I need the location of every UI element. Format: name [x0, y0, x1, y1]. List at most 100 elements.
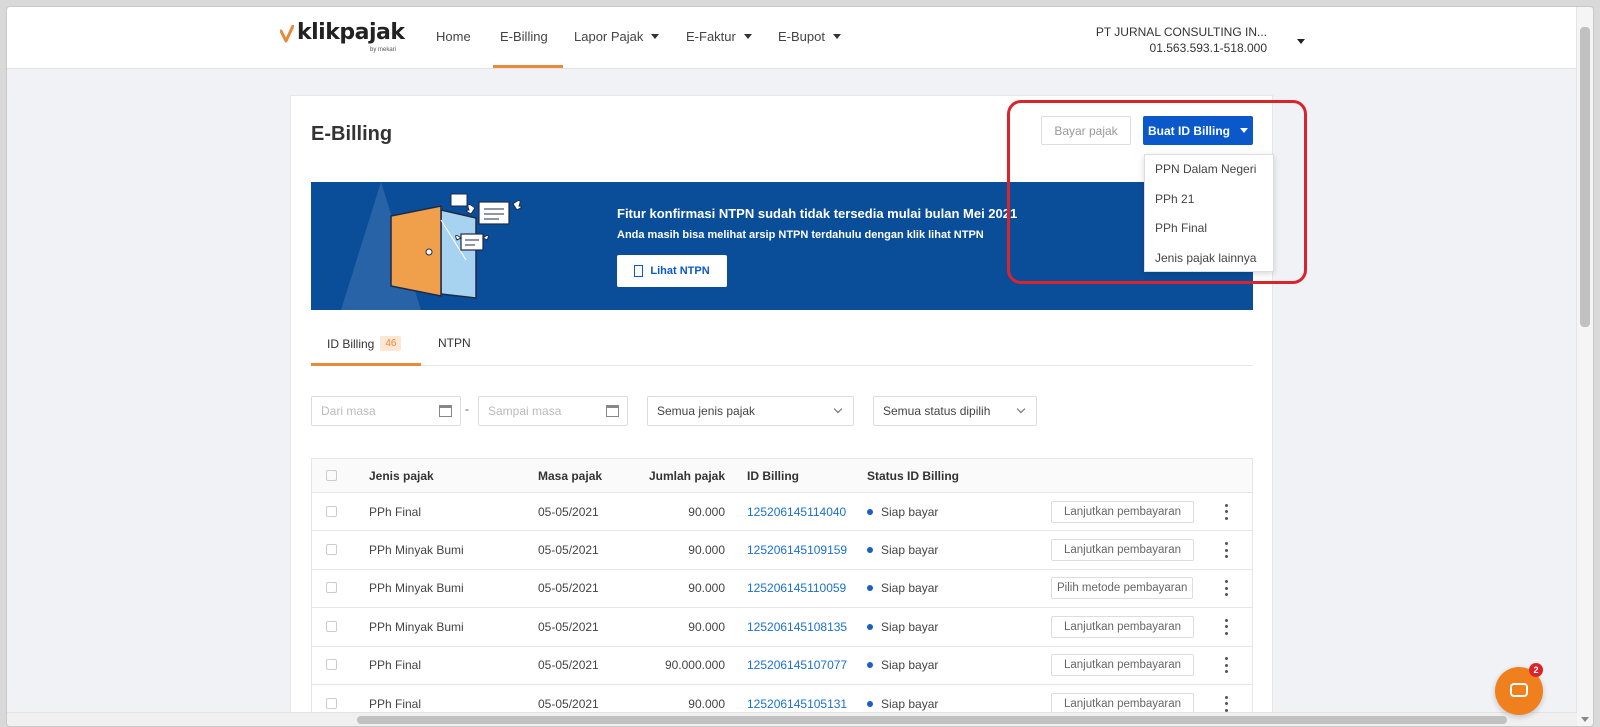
cell-status: Siap bayar — [867, 493, 938, 530]
cell-id-billing-link[interactable]: 125206145108135 — [747, 608, 847, 645]
more-options-icon[interactable] — [1224, 695, 1228, 712]
row-action-button[interactable]: Lanjutkan pembayaran — [1051, 500, 1194, 523]
cell-id-billing-link[interactable]: 125206145107077 — [747, 647, 847, 684]
cell-action: Lanjutkan pembayaran — [1051, 493, 1194, 530]
dropdown-item-jenis-pajak-lainnya[interactable]: Jenis pajak lainnya — [1145, 244, 1273, 274]
cell-jumlah-pajak: 90.000 — [688, 581, 725, 596]
dropdown-item-pph-final[interactable]: PPh Final — [1145, 214, 1273, 244]
cell-jenis-pajak: PPh Minyak Bumi — [369, 543, 464, 558]
chat-bubble-icon — [1510, 683, 1528, 697]
cell-status: Siap bayar — [867, 608, 938, 645]
cell-masa-pajak: 05-05/2021 — [538, 543, 599, 558]
row-action-button[interactable]: Lanjutkan pembayaran — [1051, 539, 1194, 562]
nav-lapor-pajak[interactable]: Lapor Pajak — [574, 29, 660, 44]
nav-e-faktur[interactable]: E-Faktur — [686, 29, 752, 44]
table-row: PPh Final 05-05/2021 90.000 125206145114… — [312, 493, 1252, 532]
browser-frame: klikpajak by mekari Home E-Billing Lapor… — [6, 6, 1594, 727]
cell-jumlah-pajak: 90.000 — [688, 504, 725, 519]
cell-jumlah-pajak: 90.000 — [688, 619, 725, 634]
dropdown-item-pph-21[interactable]: PPh 21 — [1145, 185, 1273, 215]
header-jumlah-pajak: Jumlah pajak — [648, 468, 725, 483]
klikpajak-logo[interactable]: klikpajak by mekari — [280, 19, 405, 53]
sampai-masa-picker[interactable]: Sampai masa — [478, 396, 628, 426]
cell-id-billing-link[interactable]: 125206145110059 — [747, 570, 846, 607]
cell-id-billing-link[interactable]: 125206145114040 — [747, 493, 846, 530]
caret-down-icon — [1240, 128, 1248, 133]
caret-down-icon — [832, 34, 841, 39]
status-label: Siap bayar — [881, 696, 939, 711]
logo-subtext: by mekari — [370, 47, 397, 53]
nav-home[interactable]: Home — [436, 29, 471, 44]
sampai-masa-placeholder: Sampai masa — [488, 404, 562, 418]
more-options-icon[interactable] — [1224, 618, 1228, 635]
select-all-checkbox[interactable] — [326, 469, 337, 481]
nav-e-billing[interactable]: E-Billing — [500, 29, 548, 44]
jenis-pajak-value: Semua jenis pajak — [657, 404, 756, 418]
date-range-separator: - — [465, 402, 469, 416]
header-status-id-billing: Status ID Billing — [867, 468, 960, 483]
status-label: Siap bayar — [881, 658, 939, 673]
banner-subtitle: Anda masih bisa melihat arsip NTPN terda… — [617, 229, 984, 241]
nav-active-indicator — [493, 65, 563, 68]
jenis-pajak-select[interactable]: Semua jenis pajak — [647, 396, 854, 426]
chat-button[interactable]: 2 — [1495, 663, 1543, 715]
table-row: PPh Minyak Bumi 05-05/2021 90.000 125206… — [312, 570, 1252, 609]
more-options-icon[interactable] — [1224, 657, 1228, 674]
logo-text: klikpajak — [297, 20, 405, 45]
calendar-icon — [606, 405, 619, 417]
buat-id-billing-button[interactable]: Buat ID Billing — [1143, 116, 1253, 145]
row-checkbox[interactable] — [326, 505, 337, 517]
scroll-down-icon[interactable] — [1581, 717, 1589, 722]
row-action-button[interactable]: Lanjutkan pembayaran — [1051, 615, 1194, 638]
cell-masa-pajak: 05-05/2021 — [538, 619, 599, 634]
billing-table: Jenis pajak Masa pajak Jumlah pajak ID B… — [311, 458, 1253, 725]
horizontal-scrollbar-thumb[interactable] — [357, 716, 1507, 724]
banner-title: Fitur konfirmasi NTPN sudah tidak tersed… — [617, 206, 1018, 221]
calendar-icon — [439, 405, 452, 417]
tab-ntpn[interactable]: NTPN — [438, 336, 471, 350]
row-checkbox[interactable] — [326, 697, 337, 709]
caret-down-icon — [651, 34, 660, 39]
status-label: Siap bayar — [881, 543, 939, 558]
scrollbar-thumb[interactable] — [1580, 27, 1590, 327]
cell-status: Siap bayar — [867, 647, 938, 684]
buat-id-billing-label: Buat ID Billing — [1148, 123, 1230, 138]
horizontal-scrollbar[interactable] — [7, 712, 1577, 726]
row-action-button[interactable]: Pilih metode pembayaran — [1051, 577, 1194, 600]
chevron-down-icon — [1016, 404, 1026, 414]
document-icon — [634, 265, 644, 277]
more-options-icon[interactable] — [1224, 580, 1228, 597]
nav-e-billing-label: E-Billing — [500, 29, 548, 44]
e-billing-card: E-Billing Bayar pajak Buat ID Billing PP… — [290, 95, 1274, 726]
nav-e-faktur-label: E-Faktur — [686, 29, 736, 44]
company-switcher[interactable]: PT JURNAL CONSULTING IN... 01.563.593.1-… — [1096, 24, 1267, 56]
cell-id-billing-link[interactable]: 125206145109159 — [747, 531, 847, 568]
lihat-ntpn-button[interactable]: Lihat NTPN — [617, 255, 727, 287]
row-action-button[interactable]: Lanjutkan pembayaran — [1051, 654, 1194, 677]
row-checkbox[interactable] — [326, 620, 337, 632]
nav-e-bupot[interactable]: E-Bupot — [778, 29, 841, 44]
bayar-pajak-button[interactable]: Bayar pajak — [1041, 116, 1131, 145]
status-label: Siap bayar — [881, 504, 939, 519]
row-checkbox[interactable] — [326, 659, 337, 671]
dari-masa-picker[interactable]: Dari masa — [311, 396, 461, 426]
more-options-icon[interactable] — [1224, 542, 1228, 559]
company-caret-down-icon[interactable] — [1297, 39, 1305, 44]
vertical-scrollbar[interactable] — [1576, 7, 1593, 726]
cell-action: Lanjutkan pembayaran — [1051, 647, 1194, 684]
cell-jenis-pajak: PPh Final — [369, 658, 422, 673]
caret-down-icon — [743, 34, 752, 39]
logo-check-icon — [280, 25, 294, 43]
status-dot-icon — [867, 662, 873, 669]
status-dot-icon — [867, 585, 873, 592]
status-select[interactable]: Semua status dipilih — [873, 396, 1037, 426]
tab-id-billing[interactable]: ID Billing 46 — [327, 336, 402, 351]
row-checkbox[interactable] — [326, 582, 337, 594]
cell-status: Siap bayar — [867, 531, 938, 568]
nav-lapor-pajak-label: Lapor Pajak — [574, 29, 644, 44]
more-options-icon[interactable] — [1224, 503, 1228, 520]
buat-id-billing-dropdown: PPN Dalam Negeri PPh 21 PPh Final Jenis … — [1144, 154, 1274, 272]
chat-notification-badge: 2 — [1529, 663, 1543, 677]
row-checkbox[interactable] — [326, 544, 337, 556]
dropdown-item-ppn-dalam-negeri[interactable]: PPN Dalam Negeri — [1145, 155, 1273, 185]
